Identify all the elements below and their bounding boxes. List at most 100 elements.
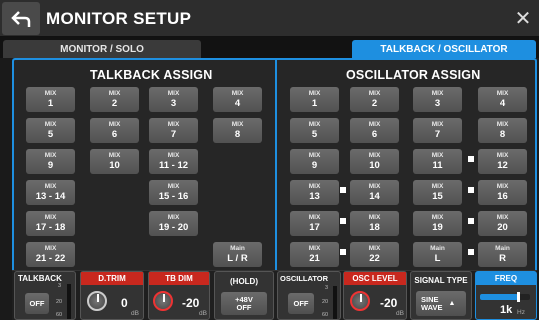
tab-talkback-oscillator[interactable]: TALKBACK / OSCILLATOR (352, 40, 536, 58)
triangle-up-icon: ▲ (448, 299, 456, 307)
oscillator-assign-button[interactable]: MIX 13 (290, 180, 339, 205)
oscillator-on-off-button[interactable]: OFF (288, 293, 314, 314)
oscillator-assign-button[interactable]: MIX 21 (290, 242, 339, 267)
talkback-assign-button[interactable]: MIX 19 - 20 (149, 211, 198, 236)
oscillator-assign-button[interactable]: MIX 16 (478, 180, 527, 205)
talkback-assign-button[interactable]: MIX 2 (90, 87, 139, 112)
oscillator-assign-button[interactable]: MIX 15 (413, 180, 462, 205)
signal-type-line2: WAVE (421, 302, 443, 312)
panel-divider (275, 60, 277, 270)
osc-level-knob[interactable] (350, 291, 370, 311)
button-label-main: 12 (497, 159, 508, 171)
close-icon[interactable]: ✕ (507, 0, 539, 37)
oscillator-assign-button[interactable]: MIX 14 (350, 180, 399, 205)
phantom-power-line2: OFF (236, 302, 252, 312)
button-label-top: MIX (368, 121, 381, 128)
button-label-main: 7 (170, 128, 177, 140)
oscillator-assign-button[interactable]: Main R (478, 242, 527, 267)
talkback-assign-button[interactable]: MIX 1 (26, 87, 75, 112)
oscillator-assign-button[interactable]: MIX 20 (478, 211, 527, 236)
freq-value: 1k (500, 304, 513, 316)
button-label-top: MIX (44, 183, 57, 190)
oscillator-label: OSCILLATOR (280, 274, 329, 283)
talkback-assign-button[interactable]: MIX 3 (149, 87, 198, 112)
oscillator-assign-button[interactable]: MIX 17 (290, 211, 339, 236)
talkback-assign-button[interactable]: MIX 9 (26, 149, 75, 174)
oscillator-assign-button[interactable]: MIX 4 (478, 87, 527, 112)
button-label-top: MIX (231, 90, 244, 97)
oscillator-assign-button[interactable]: MIX 2 (350, 87, 399, 112)
oscillator-assign-button[interactable]: MIX 6 (350, 118, 399, 143)
oscillator-assign-button[interactable]: MIX 3 (413, 87, 462, 112)
tab-monitor-solo[interactable]: MONITOR / SOLO (3, 40, 201, 58)
signal-type-section: SIGNAL TYPE SINE WAVE ▲ (410, 271, 472, 320)
phantom-power-button[interactable]: +48V OFF (221, 292, 267, 315)
button-label-top: Main (230, 245, 245, 252)
button-label-top: MIX (431, 183, 444, 190)
hold-label: (HOLD) (230, 277, 258, 286)
oscillator-assign-button[interactable]: MIX 19 (413, 211, 462, 236)
button-label-top: MIX (308, 121, 321, 128)
talkback-assign-button[interactable]: MIX 4 (213, 87, 262, 112)
talkback-assign-button[interactable]: MIX 13 - 14 (26, 180, 75, 205)
talkback-on-off-button[interactable]: OFF (25, 293, 49, 314)
oscillator-meter-scale-bot: 60 (322, 312, 329, 318)
tab-bar: MONITOR / SOLO TALKBACK / OSCILLATOR (0, 37, 539, 58)
button-label-main: 6 (371, 128, 378, 140)
oscillator-assign-button[interactable]: MIX 10 (350, 149, 399, 174)
stereo-link-main-lr (468, 249, 474, 255)
talkback-assign-button[interactable]: MIX 15 - 16 (149, 180, 198, 205)
button-label-top: MIX (308, 152, 321, 159)
talkback-level-meter (67, 284, 71, 319)
button-label-top: MIX (44, 90, 57, 97)
back-arrow-icon (11, 10, 31, 27)
button-label-top: MIX (431, 214, 444, 221)
button-label-main: 18 (369, 221, 380, 233)
oscillator-assign-button[interactable]: MIX 7 (413, 118, 462, 143)
signal-type-select[interactable]: SINE WAVE ▲ (416, 291, 466, 316)
button-label-main: R (499, 252, 506, 264)
talkback-assign-button[interactable]: MIX 8 (213, 118, 262, 143)
oscillator-assign-button[interactable]: MIX 1 (290, 87, 339, 112)
oscillator-assign-button[interactable]: MIX 18 (350, 211, 399, 236)
button-label-main: 13 (309, 190, 320, 202)
oscillator-assign-button[interactable]: MIX 22 (350, 242, 399, 267)
oscillator-assign-button[interactable]: MIX 8 (478, 118, 527, 143)
button-label-top: MIX (44, 152, 57, 159)
signal-type-label: SIGNAL TYPE (414, 276, 468, 285)
talkback-section: TALKBACK OFF 3 20 60 (14, 271, 76, 320)
back-button[interactable] (2, 2, 40, 35)
freq-slider-thumb[interactable] (516, 292, 520, 302)
oscillator-assign-button[interactable]: MIX 5 (290, 118, 339, 143)
button-label-main: 2 (371, 97, 378, 109)
oscillator-assign-button[interactable]: MIX 11 (413, 149, 462, 174)
talkback-assign-button[interactable]: Main L / R (213, 242, 262, 267)
dtrim-label: D.TRIM (81, 272, 143, 285)
button-label-top: MIX (496, 152, 509, 159)
oscillator-assign-button[interactable]: MIX 9 (290, 149, 339, 174)
knob-needle (360, 294, 362, 302)
page-title: MONITOR SETUP (46, 9, 192, 28)
oscillator-assign-button[interactable]: Main L (413, 242, 462, 267)
talkback-assign-button[interactable]: MIX 11 - 12 (149, 149, 198, 174)
dtrim-knob[interactable] (87, 291, 107, 311)
button-label-main: 3 (434, 97, 441, 109)
button-label-main: 19 - 20 (158, 221, 189, 233)
button-label-main: 7 (434, 128, 441, 140)
oscillator-section: OSCILLATOR OFF 3 20 60 (277, 271, 341, 320)
stereo-link-13-14 (340, 187, 346, 193)
freq-slider[interactable] (480, 292, 530, 302)
stereo-link-15-16 (468, 187, 474, 193)
talkback-assign-button[interactable]: MIX 5 (26, 118, 75, 143)
tb-dim-knob[interactable] (153, 291, 173, 311)
oscillator-assign-button[interactable]: MIX 12 (478, 149, 527, 174)
talkback-assign-button[interactable]: MIX 10 (90, 149, 139, 174)
button-label-top: MIX (368, 245, 381, 252)
talkback-assign-button[interactable]: MIX 17 - 18 (26, 211, 75, 236)
talkback-assign-button[interactable]: MIX 7 (149, 118, 198, 143)
button-label-main: 20 (497, 221, 508, 233)
button-label-top: Main (495, 245, 510, 252)
oscillator-meter-scale-mid: 20 (322, 299, 329, 305)
talkback-assign-button[interactable]: MIX 21 - 22 (26, 242, 75, 267)
talkback-assign-button[interactable]: MIX 6 (90, 118, 139, 143)
